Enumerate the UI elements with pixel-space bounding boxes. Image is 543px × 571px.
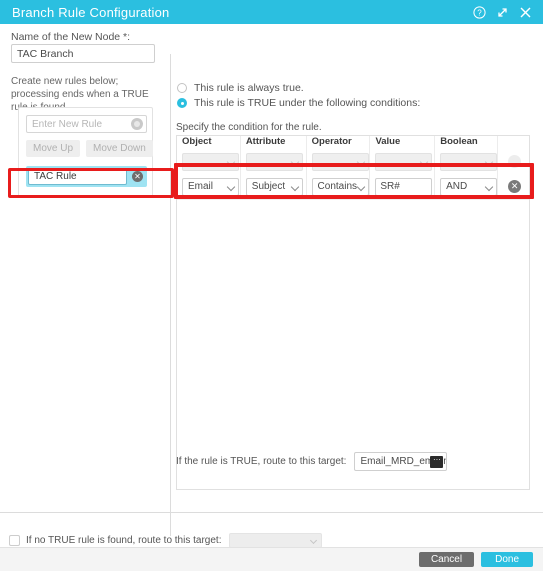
boolean-select[interactable]: AND (440, 177, 498, 196)
close-x-icon[interactable] (519, 6, 532, 19)
attribute-select-value: Subject (251, 181, 286, 192)
column-header-attribute: Attribute (241, 136, 307, 149)
chevron-down-icon (484, 157, 494, 166)
radio-circle-selected-icon (177, 98, 187, 108)
expand-diagonal-icon[interactable] (496, 6, 509, 19)
cell-value (370, 149, 436, 174)
operator-select-value: Contains (317, 181, 358, 192)
node-name-input[interactable] (11, 44, 155, 63)
delete-circle-icon[interactable]: ✕ (508, 180, 522, 193)
new-rule-row (26, 115, 147, 133)
new-rule-input[interactable] (26, 115, 147, 133)
radio-conditional[interactable]: This rule is TRUE under the following co… (177, 97, 420, 109)
chevron-down-icon (484, 182, 494, 191)
chevron-down-icon (310, 536, 318, 545)
node-name-label-text: Name of the New Node *: (11, 31, 131, 43)
condition-table-empty-area (177, 199, 529, 489)
move-buttons-group: Move Up Move Down (26, 140, 153, 157)
operator-select[interactable]: Contains (311, 177, 369, 196)
cell-attribute: Subject (241, 174, 307, 199)
column-header-operator: Operator (307, 136, 371, 149)
radio-always-true[interactable]: This rule is always true. (177, 82, 304, 94)
chevron-down-icon (290, 182, 300, 191)
help-circle-icon[interactable]: ? (473, 5, 486, 19)
cell-actions: ✕ (498, 174, 529, 199)
condition-table: Object Attribute Operator Value Boolean (176, 135, 530, 490)
radio-conditional-label: This rule is TRUE under the following co… (194, 97, 421, 109)
column-header-object: Object (177, 136, 241, 149)
chevron-down-icon (356, 157, 365, 166)
chevron-down-icon (290, 157, 300, 166)
rule-name-input[interactable] (28, 168, 127, 185)
footer-divider (0, 512, 543, 513)
cell-operator: Contains (307, 174, 371, 199)
cell-attribute (241, 149, 307, 174)
svg-text:?: ? (477, 8, 482, 17)
cell-actions: ✕ (498, 149, 529, 174)
chevron-down-icon (356, 182, 365, 191)
object-select-disabled (182, 152, 239, 171)
cell-object (177, 149, 241, 174)
table-row: ✕ (177, 149, 529, 174)
attribute-select[interactable]: Subject (245, 177, 303, 196)
move-down-button[interactable]: Move Down (86, 140, 153, 157)
list-item[interactable]: ✕ (26, 166, 147, 187)
dialog-titlebar: Branch Rule Configuration ? (0, 0, 543, 24)
route-true-label: If the rule is TRUE, route to this targe… (176, 456, 347, 467)
cell-boolean (435, 149, 499, 174)
condition-table-header: Object Attribute Operator Value Boolean (177, 136, 529, 149)
cell-object: Email (177, 174, 241, 199)
rule-list: ✕ (26, 166, 147, 187)
delete-circle-icon[interactable]: ✕ (132, 171, 143, 182)
dialog-footer: Cancel Done (0, 547, 543, 571)
object-select[interactable]: Email (182, 177, 239, 196)
rules-sidebar: Name of the New Node *: Create new rules… (0, 24, 170, 547)
fallback-route-row: If no TRUE rule is found, route to this … (9, 533, 323, 548)
dialog-title: Branch Rule Configuration (12, 4, 170, 20)
add-circle-icon[interactable] (131, 118, 143, 130)
chevron-down-icon (420, 157, 429, 166)
object-select-value: Email (188, 181, 214, 192)
boolean-select-value: AND (446, 181, 468, 192)
dialog-body: Name of the New Node *: Create new rules… (0, 24, 543, 547)
chevron-down-icon (226, 182, 236, 191)
table-row[interactable]: Email Subject Contains SR# AND ✕ (177, 174, 529, 199)
rules-panel: Move Up Move Down ✕ (18, 107, 153, 198)
attribute-select-disabled (245, 152, 303, 171)
done-button[interactable]: Done (481, 552, 533, 567)
cell-operator (307, 149, 371, 174)
condition-caption: Specify the condition for the rule. (176, 122, 322, 133)
column-header-actions (498, 136, 529, 149)
route-true-row: If the rule is TRUE, route to this targe… (176, 452, 448, 471)
cancel-button[interactable]: Cancel (418, 552, 475, 567)
radio-circle-icon (177, 83, 187, 93)
route-true-field[interactable]: Email_MRD_emailn ··· (354, 452, 448, 471)
ellipsis-button-icon[interactable]: ··· (430, 456, 444, 468)
move-up-button[interactable]: Move Up (26, 140, 81, 157)
cell-boolean: AND (435, 174, 499, 199)
operator-select-disabled (311, 152, 369, 171)
chevron-down-icon (226, 157, 236, 166)
value-field-disabled (375, 152, 433, 171)
column-header-boolean: Boolean (435, 136, 499, 149)
boolean-select-disabled (440, 152, 498, 171)
value-input[interactable] (375, 177, 433, 196)
titlebar-icon-group: ? (473, 5, 532, 19)
node-name-label: Name of the New Node *: (11, 31, 130, 43)
rule-detail-panel: This rule is always true. This rule is T… (171, 24, 543, 547)
fallback-route-checkbox[interactable] (9, 535, 20, 546)
cell-value (370, 174, 436, 199)
branch-rule-configuration-dialog: Branch Rule Configuration ? Name of the … (0, 0, 543, 571)
radio-always-true-label: This rule is always true. (194, 82, 304, 94)
column-header-value: Value (370, 136, 436, 149)
delete-circle-icon-disabled: ✕ (508, 155, 522, 168)
fallback-route-label: If no TRUE rule is found, route to this … (26, 535, 222, 546)
fallback-route-select[interactable] (229, 533, 323, 548)
